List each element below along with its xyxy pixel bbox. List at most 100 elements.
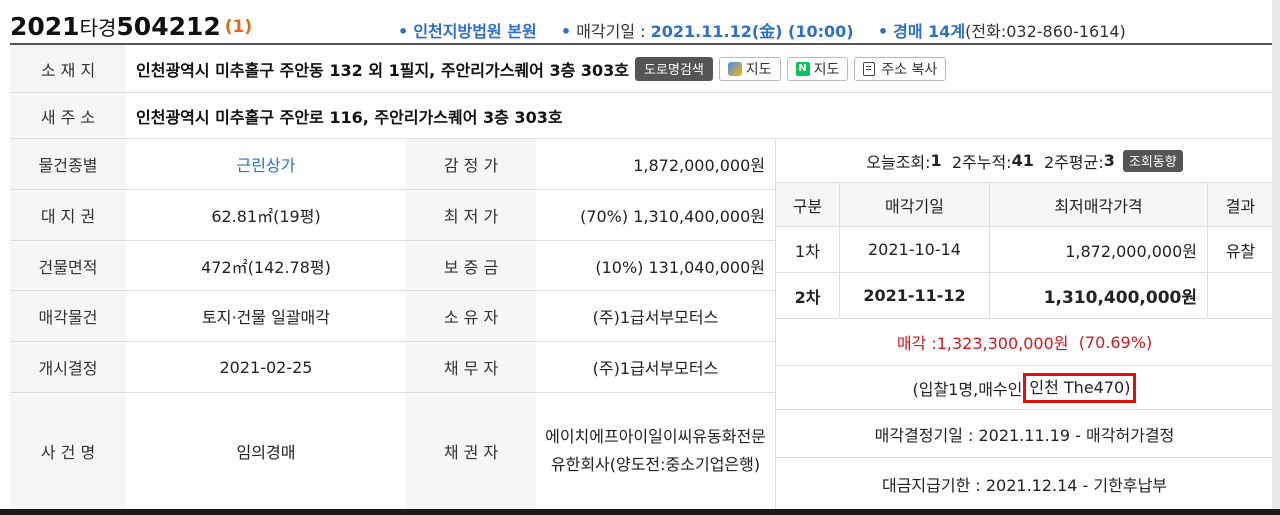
daum-map-icon — [727, 61, 742, 76]
road-name-search-button[interactable]: 도로명검색 — [634, 56, 713, 81]
bullet-icon: • — [877, 22, 889, 41]
history-row: 1차 2021-10-14 1,872,000,000원 유찰 — [776, 227, 1273, 273]
sale-date-value: 2021.11.12(金) (10:00) — [650, 22, 854, 41]
sale-history-panel: 오늘조회: 1 2주누적: 41 2주평균: 3 조회동향 구분 매각기일 최저… — [775, 139, 1273, 509]
deposit-label: 보 증 금 — [406, 241, 536, 290]
sale-item-value: 토지·건물 일괄매각 — [202, 308, 330, 327]
history-round: 2차 — [776, 273, 840, 318]
location-address: 인천광역시 미추홀구 주안동 132 외 1필지, 주안리가스퀘어 3층 303… — [136, 60, 629, 80]
building-area-label: 건물면적 — [10, 241, 126, 290]
naver-map-button[interactable]: N 지도 — [786, 56, 849, 81]
bullet-icon: • — [398, 22, 409, 41]
bidder-count: (입찰1명,매수인 — [912, 379, 1023, 399]
history-col-date: 매각기일 — [840, 183, 990, 226]
view-stats: 오늘조회: 1 2주누적: 41 2주평균: 3 조회동향 — [776, 139, 1273, 183]
history-result: 유찰 — [1225, 241, 1256, 261]
case-kind: 타경 — [79, 16, 117, 40]
detail-row: 물건종별 근린상가 감 정 가 1,872,000,000원 — [10, 139, 775, 190]
history-price: 1,310,400,000원 — [990, 273, 1208, 318]
debtor-label: 채 무 자 — [406, 342, 536, 392]
bidder-info: (입찰1명,매수인 인천 The470) — [776, 366, 1273, 410]
court-dept[interactable]: 경매 14계 — [893, 22, 965, 41]
payment-deadline: 대금지급기한 : 2021.12.14 - 기한후납부 — [776, 458, 1273, 509]
new-address-row: 새 주 소 인천광역시 미추홀구 주안로 116, 주안리가스퀘어 3층 303… — [10, 93, 1272, 139]
detail-row: 개시결정 2021-02-25 채 무 자 (주)1급서부모터스 — [10, 342, 775, 393]
sold-ratio: (70.69%) — [1078, 332, 1153, 352]
two-week-total-label: 2주누적: — [951, 152, 1012, 172]
sold-label: 매각 : — [896, 334, 937, 353]
buyer-name: 인천 The470) — [1023, 372, 1137, 403]
min-price-label: 최 저 가 — [406, 190, 536, 240]
history-row: 2차 2021-11-12 1,310,400,000원 — [776, 273, 1273, 319]
history-header-row: 구분 매각기일 최저매각가격 결과 — [776, 183, 1273, 227]
two-week-avg-label: 2주평균: — [1044, 152, 1104, 172]
history-date: 2021-11-12 — [840, 273, 990, 318]
history-result — [1208, 273, 1273, 318]
history-col-result: 결과 — [1225, 196, 1256, 216]
type-value[interactable]: 근린상가 — [237, 152, 296, 176]
court-name[interactable]: 인천지방법원 본원 — [413, 22, 536, 41]
creditor-label: 채 권 자 — [406, 393, 536, 509]
naver-map-label: 지도 — [813, 61, 840, 78]
sale-decision-text: 매각결정기일 : 2021.11.19 - 매각허가결정 — [874, 425, 1175, 445]
type-label: 물건종별 — [10, 139, 126, 189]
case-name-value: 임의경매 — [236, 443, 296, 462]
case-number: 2021타경504212 (1) — [10, 12, 252, 41]
two-week-avg-value: 3 — [1103, 151, 1115, 170]
deposit-value: (10%) 131,040,000원 — [595, 257, 765, 277]
history-col-price: 최저매각가격 — [990, 183, 1208, 226]
page-edge — [1272, 0, 1280, 515]
history-round: 1차 — [776, 227, 840, 272]
case-year: 2021 — [10, 12, 80, 41]
case-item-count: (1) — [224, 17, 253, 37]
detail-row: 매각물건 토지·건물 일괄매각 소 유 자 (주)1급서부모터스 — [10, 291, 775, 342]
location-value-cell: 인천광역시 미추홀구 주안동 132 외 1필지, 주안리가스퀘어 3층 303… — [126, 45, 1272, 92]
bullet-icon: • — [560, 22, 572, 41]
detail-row: 건물면적 472㎡(142.78평) 보 증 금 (10%) 131,040,0… — [10, 241, 775, 291]
view-trend-button[interactable]: 조회동향 — [1122, 149, 1183, 172]
sold-price: 1,323,300,000원 — [936, 334, 1069, 353]
payment-deadline-text: 대금지급기한 : 2021.12.14 - 기한후납부 — [881, 475, 1168, 495]
start-decision-label: 개시결정 — [10, 342, 126, 392]
today-views-value: 1 — [930, 151, 942, 170]
naver-map-icon: N — [795, 61, 810, 76]
appraisal-value: 1,872,000,000원 — [633, 156, 765, 175]
history-date: 2021-10-14 — [840, 227, 990, 272]
daum-map-button[interactable]: 지도 — [718, 56, 781, 81]
min-price-value: (70%) 1,310,400,000원 — [580, 207, 765, 226]
land-right-value: 62.81㎡(19평) — [211, 207, 321, 226]
court-phone: (전화:032-860-1614) — [965, 22, 1126, 41]
sale-item-label: 매각물건 — [10, 291, 126, 341]
location-row: 소 재 지 인천광역시 미추홀구 주안동 132 외 1필지, 주안리가스퀘어 … — [10, 45, 1272, 93]
owner-value: (주)1급서부모터스 — [592, 308, 719, 327]
bottom-edge — [0, 509, 1280, 515]
sold-result: 매각 : 1,323,300,000원 (70.69%) — [776, 319, 1273, 366]
debtor-value: (주)1급서부모터스 — [592, 359, 719, 378]
location-label: 소 재 지 — [10, 45, 126, 92]
creditor-value: 에이치에프아이일이씨유동화전문 유한회사(양도전:중소기업은행) — [545, 427, 766, 474]
history-col-round: 구분 — [776, 183, 840, 226]
sale-date-label: 매각기일 : — [576, 22, 651, 41]
two-week-total-value: 41 — [1011, 151, 1034, 170]
new-address-value: 인천광역시 미추홀구 주안로 116, 주안리가스퀘어 3층 303호 — [136, 107, 563, 127]
start-decision-value: 2021-02-25 — [219, 357, 313, 377]
copy-icon — [863, 61, 876, 76]
new-address-value-cell: 인천광역시 미추홀구 주안로 116, 주안리가스퀘어 3층 303호 — [126, 93, 1272, 138]
owner-label: 소 유 자 — [406, 291, 536, 341]
detail-row: 사 건 명 임의경매 채 권 자 에이치에프아이일이씨유동화전문 유한회사(양도… — [10, 393, 775, 509]
case-serial: 504212 — [116, 12, 221, 41]
appraisal-label: 감 정 가 — [406, 139, 536, 189]
building-area-value: 472㎡(142.78평) — [201, 257, 331, 277]
detail-row: 대 지 권 62.81㎡(19평) 최 저 가 (70%) 1,310,400,… — [10, 190, 775, 241]
road-name-search-label: 도로명검색 — [643, 63, 704, 78]
case-meta: • 인천지방법원 본원 • 매각기일 : 2021.11.12(金) (10:0… — [398, 18, 1126, 42]
history-price: 1,872,000,000원 — [990, 227, 1208, 272]
today-views-label: 오늘조회: — [866, 152, 931, 172]
land-right-label: 대 지 권 — [10, 190, 126, 240]
case-name-label: 사 건 명 — [10, 393, 126, 509]
new-address-label: 새 주 소 — [10, 93, 126, 138]
copy-address-label: 주소 복사 — [881, 61, 938, 78]
copy-address-button[interactable]: 주소 복사 — [854, 56, 947, 81]
type-value-cell: 근린상가 — [126, 139, 406, 189]
daum-map-label: 지도 — [745, 61, 772, 78]
